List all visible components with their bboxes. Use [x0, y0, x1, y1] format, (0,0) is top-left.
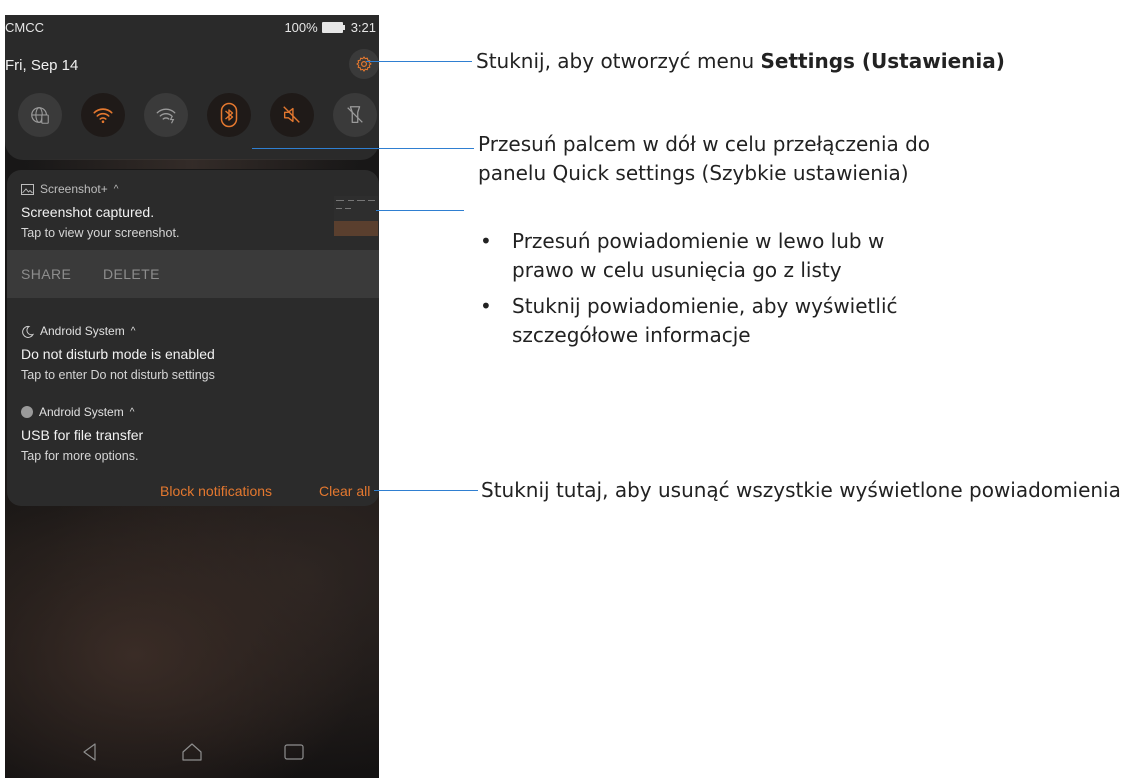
- moon-icon: [22, 325, 34, 338]
- quick-settings-annotation-line1: Przesuń palcem w dół w celu przełączenia…: [478, 132, 931, 156]
- status-bar: CMCC 100% 3:21: [5, 15, 379, 47]
- notification-actions: SHARE DELETE: [7, 250, 379, 298]
- notification-body: Tap to enter Do not disturb settings: [21, 368, 215, 382]
- status-right: 100% 3:21: [284, 20, 376, 35]
- notification-body: Tap to view your screenshot.: [21, 226, 180, 240]
- wifi-icon: [93, 108, 113, 123]
- tile-hotspot[interactable]: [144, 93, 188, 137]
- leader-line: [374, 490, 478, 491]
- notification-screenshot[interactable]: Screenshot+ ^ Screenshot captured. Tap t…: [7, 170, 379, 250]
- screenshot-thumbnail[interactable]: [334, 196, 378, 236]
- swipe-annotation-line2: prawo w celu usunięcia go z listy: [512, 258, 842, 282]
- block-notifications-button[interactable]: Block notifications: [160, 483, 272, 499]
- bullet-marker: •: [480, 229, 492, 253]
- home-icon: [182, 742, 202, 761]
- image-icon: [21, 183, 34, 195]
- notification-body: Tap for more options.: [21, 449, 139, 463]
- mute-icon: [283, 106, 300, 123]
- phone-screen: CMCC 100% 3:21 Fri, Sep 14 Screenshot+ ^…: [5, 15, 379, 778]
- tap-annotation-line1: Stuknij powiadomienie, aby wyświetlić: [512, 294, 898, 318]
- battery-icon: [321, 22, 345, 33]
- share-button[interactable]: SHARE: [21, 266, 71, 282]
- back-button[interactable]: [69, 731, 111, 773]
- leader-line: [376, 210, 464, 211]
- leader-line: [252, 148, 474, 149]
- home-button[interactable]: [171, 731, 213, 773]
- clock: 3:21: [350, 20, 376, 35]
- chevron-up-icon: ^: [130, 325, 136, 337]
- leader-line: [366, 61, 472, 62]
- app-name: Android System: [40, 324, 125, 338]
- clear-all-button[interactable]: Clear all: [319, 483, 370, 499]
- recents-button[interactable]: [273, 731, 315, 773]
- tap-annotation-line2: szczegółowe informacje: [512, 323, 751, 347]
- clear-all-annotation: Stuknij tutaj, aby usunąć wszystkie wyśw…: [481, 478, 1121, 502]
- tile-bluetooth[interactable]: [207, 93, 251, 137]
- tile-globe[interactable]: [18, 93, 62, 137]
- settings-annotation: Stuknij, aby otworzyć menu Settings (Ust…: [476, 49, 1005, 73]
- settings-button[interactable]: [349, 49, 379, 79]
- notification-header: Android System ^: [21, 405, 134, 419]
- quick-settings-annotation-line2: panelu Quick settings (Szybkie ustawieni…: [478, 161, 909, 185]
- back-icon: [83, 742, 96, 761]
- notification-header: Android System ^: [21, 324, 135, 338]
- notification-list: Screenshot+ ^ Screenshot captured. Tap t…: [7, 170, 379, 506]
- panel-drag-handle[interactable]: [25, 159, 359, 169]
- app-name: Android System: [39, 405, 124, 419]
- wifi-hotspot-icon: [156, 108, 176, 124]
- chevron-up-icon: ^: [129, 406, 135, 418]
- android-system-icon: [21, 406, 33, 418]
- date-label: Fri, Sep 14: [5, 57, 79, 74]
- globe-icon: [31, 107, 49, 124]
- app-name: Screenshot+: [40, 182, 108, 196]
- quick-tiles-row: [18, 93, 377, 137]
- carrier-name: CMCC: [5, 20, 44, 35]
- quick-settings-panel[interactable]: CMCC 100% 3:21 Fri, Sep 14: [5, 15, 379, 160]
- bluetooth-icon: [220, 102, 238, 128]
- recents-icon: [284, 743, 304, 760]
- notification-title: Screenshot captured.: [21, 204, 155, 220]
- navigation-bar: [5, 725, 379, 778]
- battery-percent: 100%: [284, 20, 318, 35]
- tile-sound[interactable]: [270, 93, 314, 137]
- delete-button[interactable]: DELETE: [103, 266, 160, 282]
- notification-title: Do not disturb mode is enabled: [21, 346, 215, 362]
- notification-title: USB for file transfer: [21, 427, 144, 443]
- gear-icon: [356, 56, 372, 72]
- swipe-annotation-line1: Przesuń powiadomienie w lewo lub w: [512, 229, 885, 253]
- tile-wifi[interactable]: [81, 93, 125, 137]
- flashlight-icon: [347, 106, 363, 123]
- bullet-marker: •: [480, 294, 492, 318]
- tile-flashlight[interactable]: [333, 93, 377, 137]
- chevron-up-icon: ^: [113, 183, 119, 195]
- notification-header: Screenshot+ ^: [21, 182, 118, 196]
